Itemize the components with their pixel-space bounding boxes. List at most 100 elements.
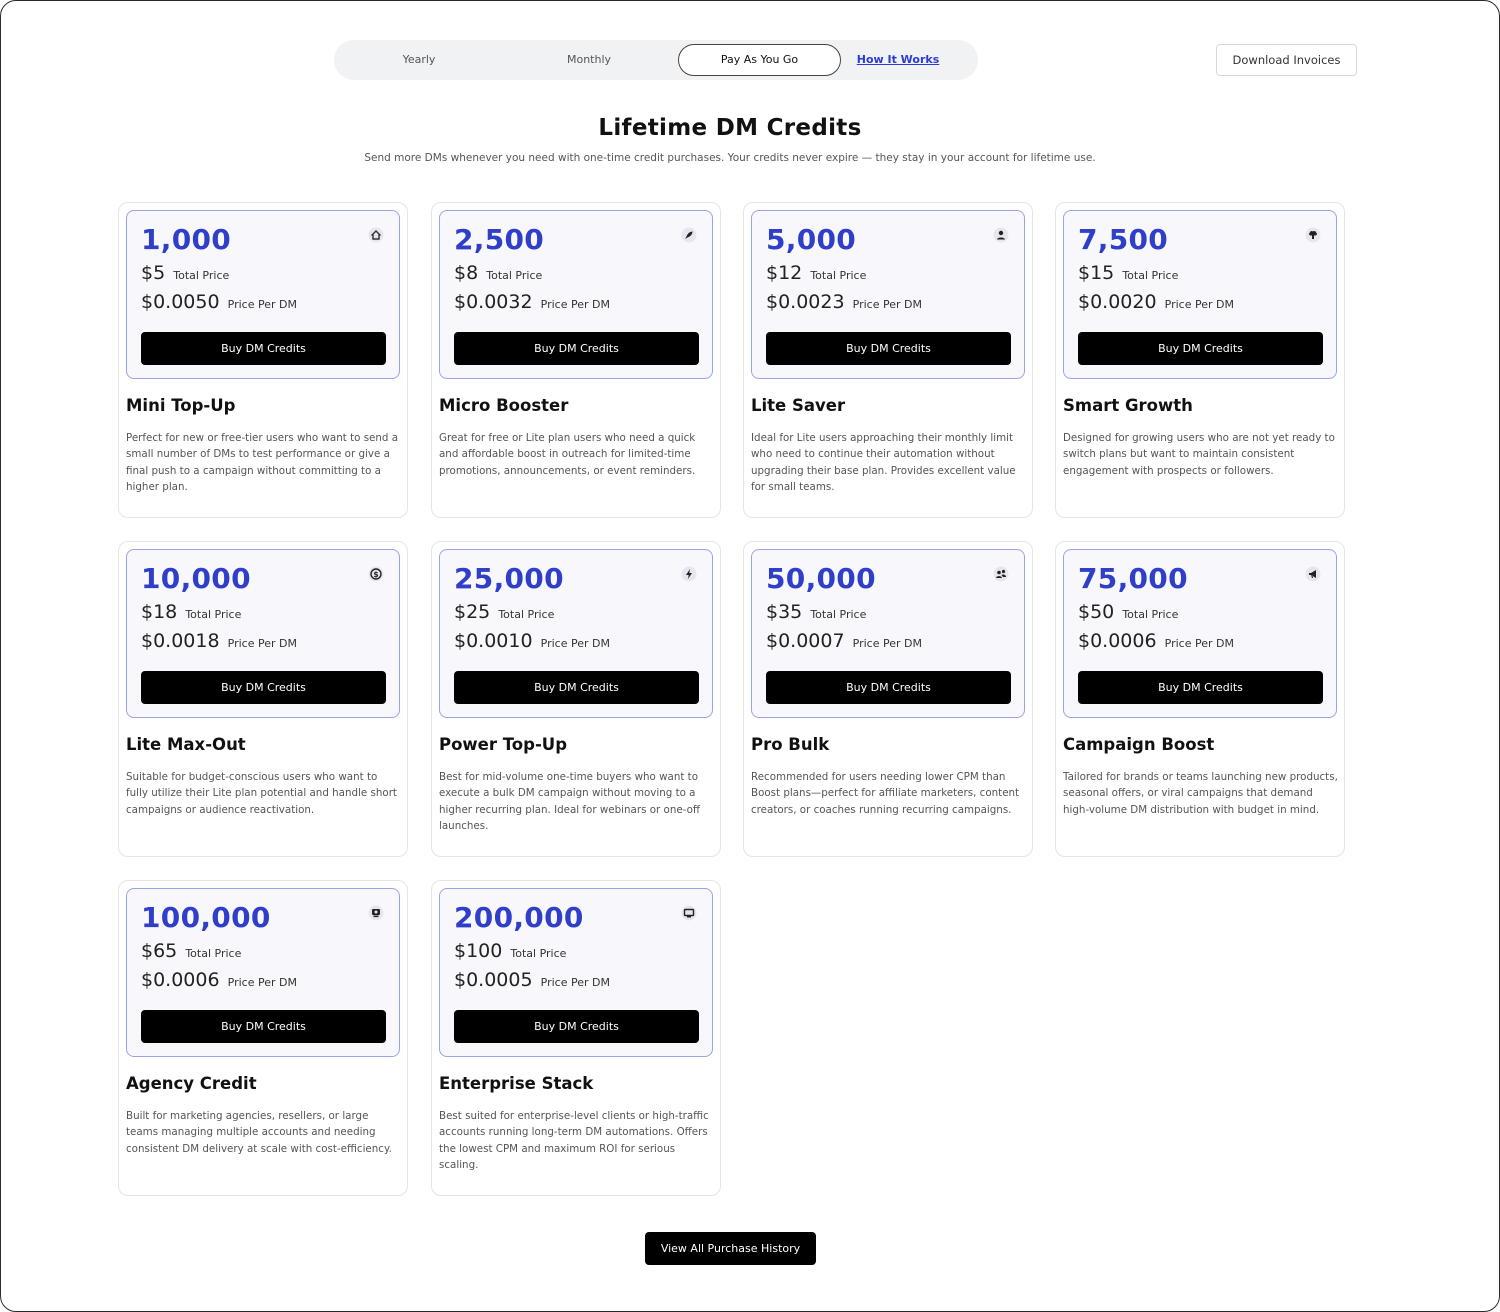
price-per-dm: $0.0006 Price Per DM [141,969,297,991]
plan-card: 1,000 $5 Total Price $0.0050 Price Per D… [118,202,408,518]
buy-dm-credits-button[interactable]: Buy DM Credits [141,1010,386,1043]
tab-monthly[interactable]: Monthly [504,44,674,76]
total-price: $50 Total Price [1078,601,1179,623]
total-price: $18 Total Price [141,601,242,623]
plan-price-box: 10,000 $ $18 Total Price $0.0018 Price P… [126,549,400,718]
total-price: $65 Total Price [141,940,242,962]
buy-dm-credits-button[interactable]: Buy DM Credits [1078,332,1323,365]
total-price: $8 Total Price [454,262,543,284]
tab-pay-as-you-go[interactable]: Pay As You Go [678,44,841,76]
total-price: $12 Total Price [766,262,867,284]
dollar-circle-icon: $ [367,565,385,583]
buy-dm-credits-button[interactable]: Buy DM Credits [766,671,1011,704]
plan-price-box: 100,000 $65 Total Price $0.0006 Price Pe… [126,888,400,1057]
plan-credits: 75,000 [1078,562,1188,595]
plan-description: Designed for growing users who are not y… [1063,432,1335,477]
plan-price-box: 75,000 $50 Total Price $0.0006 Price Per… [1063,549,1337,718]
plan-credits: 5,000 [766,223,857,256]
buy-dm-credits-button[interactable]: Buy DM Credits [454,671,699,704]
buy-dm-credits-button[interactable]: Buy DM Credits [1078,671,1323,704]
price-per-dm: $0.0032 Price Per DM [454,291,610,313]
plan-price-box: 2,500 $8 Total Price $0.0032 Price Per D… [439,210,713,379]
total-price: $100 Total Price [454,940,567,962]
plan-name: Agency Credit [126,1074,257,1093]
plan-description: Great for free or Lite plan users who ne… [439,432,696,477]
svg-text:$: $ [373,570,378,579]
agency-icon [367,904,385,922]
price-per-dm: $0.0010 Price Per DM [454,630,610,652]
home-icon [367,226,385,244]
buy-dm-credits-button[interactable]: Buy DM Credits [141,332,386,365]
plan-card: 200,000 $100 Total Price $0.0005 Price P… [431,880,721,1196]
tab-how-it-works[interactable]: How It Works [849,44,947,76]
plan-description: Perfect for new or free-tier users who w… [126,432,399,494]
brain-icon [1304,226,1322,244]
plan-card: 5,000 $12 Total Price $0.0023 Price Per … [743,202,1033,518]
plan-credits: 100,000 [141,901,271,934]
plan-price-box: 1,000 $5 Total Price $0.0050 Price Per D… [126,210,400,379]
plan-credits: 50,000 [766,562,876,595]
plan-card: 7,500 $15 Total Price $0.0020 Price Per … [1055,202,1345,518]
tab-yearly[interactable]: Yearly [334,44,504,76]
plan-description: Tailored for brands or teams launching n… [1063,771,1338,816]
price-per-dm: $0.0007 Price Per DM [766,630,922,652]
plan-credits: 10,000 [141,562,251,595]
plan-name: Mini Top-Up [126,396,236,415]
buy-dm-credits-button[interactable]: Buy DM Credits [454,1010,699,1043]
plan-price-box: 50,000 $35 Total Price $0.0007 Price Per… [751,549,1025,718]
price-per-dm: $0.0050 Price Per DM [141,291,297,313]
user-badge-icon [992,226,1010,244]
plan-credits: 1,000 [141,223,232,256]
users-icon [992,565,1010,583]
plan-credits: 200,000 [454,901,584,934]
plan-credits: 25,000 [454,562,564,595]
price-per-dm: $0.0006 Price Per DM [1078,630,1234,652]
megaphone-icon [1304,565,1322,583]
total-price: $15 Total Price [1078,262,1179,284]
plan-name: Power Top-Up [439,735,568,754]
plan-name: Lite Saver [751,396,846,415]
total-price: $25 Total Price [454,601,555,623]
total-price: $35 Total Price [766,601,867,623]
plan-name: Enterprise Stack [439,1074,594,1093]
page-subtitle: Send more DMs whenever you need with one… [364,152,1096,164]
plan-name: Pro Bulk [751,735,830,754]
plan-description: Suitable for budget-conscious users who … [126,771,397,816]
price-per-dm: $0.0020 Price Per DM [1078,291,1234,313]
plan-description: Best for mid-volume one-time buyers who … [439,771,700,833]
plan-description: Recommended for users needing lower CPM … [751,771,1020,816]
plan-price-box: 7,500 $15 Total Price $0.0020 Price Per … [1063,210,1337,379]
plan-card: 2,500 $8 Total Price $0.0032 Price Per D… [431,202,721,518]
plan-description: Built for marketing agencies, resellers,… [126,1110,392,1155]
plan-description: Best suited for enterprise-level clients… [439,1110,709,1172]
plan-name: Smart Growth [1063,396,1193,415]
price-per-dm: $0.0018 Price Per DM [141,630,297,652]
plan-card: 10,000 $ $18 Total Price $0.0018 Price P… [118,541,408,857]
billing-tabs: Yearly Monthly Pay As You Go How It Work… [334,40,978,80]
plan-card: 25,000 $25 Total Price $0.0010 Price Per… [431,541,721,857]
monitor-icon [680,904,698,922]
plan-name: Micro Booster [439,396,569,415]
price-per-dm: $0.0023 Price Per DM [766,291,922,313]
rocket-icon [680,226,698,244]
view-purchase-history-button[interactable]: View All Purchase History [645,1232,816,1265]
buy-dm-credits-button[interactable]: Buy DM Credits [766,332,1011,365]
lightning-icon [680,565,698,583]
plan-card: 100,000 $65 Total Price $0.0006 Price Pe… [118,880,408,1196]
buy-dm-credits-button[interactable]: Buy DM Credits [454,332,699,365]
buy-dm-credits-button[interactable]: Buy DM Credits [141,671,386,704]
plan-name: Campaign Boost [1063,735,1215,754]
price-per-dm: $0.0005 Price Per DM [454,969,610,991]
plan-card: 50,000 $35 Total Price $0.0007 Price Per… [743,541,1033,857]
plan-credits: 2,500 [454,223,545,256]
plan-price-box: 200,000 $100 Total Price $0.0005 Price P… [439,888,713,1057]
plan-name: Lite Max-Out [126,735,246,754]
total-price: $5 Total Price [141,262,230,284]
plan-price-box: 5,000 $12 Total Price $0.0023 Price Per … [751,210,1025,379]
page-title: Lifetime DM Credits [598,115,862,141]
download-invoices-button[interactable]: Download Invoices [1216,44,1357,76]
plan-card: 75,000 $50 Total Price $0.0006 Price Per… [1055,541,1345,857]
plan-credits: 7,500 [1078,223,1169,256]
plan-price-box: 25,000 $25 Total Price $0.0010 Price Per… [439,549,713,718]
plan-description: Ideal for Lite users approaching their m… [751,432,1016,494]
